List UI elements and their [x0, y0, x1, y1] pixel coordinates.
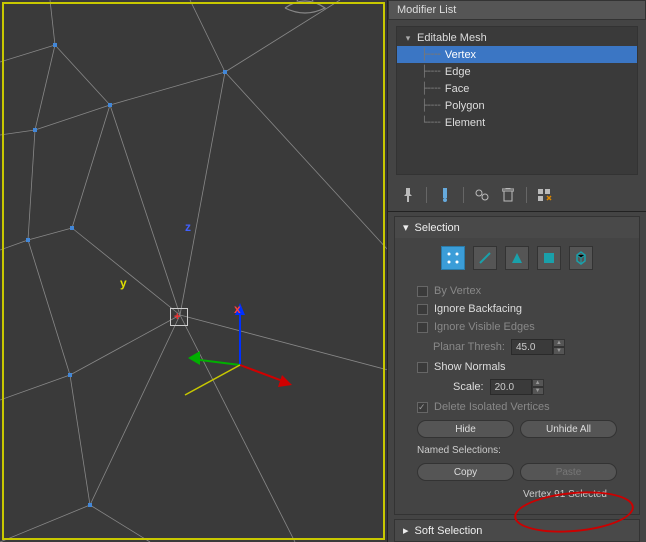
paste-button: Paste [520, 463, 617, 481]
expand-icon: ▸ [403, 524, 409, 537]
show-normals-row[interactable]: Show Normals [407, 358, 627, 376]
expand-icon[interactable]: ▾ [403, 33, 413, 44]
rollup-title: Selection [415, 222, 460, 234]
by-vertex-checkbox [417, 286, 428, 297]
selection-status: Vertex 91 Selected [407, 485, 627, 506]
selection-rollup: ▾ Selection By Vertex Ignore Backfacing [394, 216, 640, 515]
delete-isolated-checkbox[interactable] [417, 402, 428, 413]
make-unique-icon[interactable] [472, 185, 492, 205]
stack-toolbar [388, 179, 646, 212]
selection-rollup-header[interactable]: ▾ Selection [395, 217, 639, 238]
subobject-label: Vertex [445, 49, 476, 61]
vertex-dot[interactable] [33, 128, 37, 132]
viewport-3d[interactable]: z x y + [0, 0, 388, 542]
spinner-down-icon[interactable]: ▼ [532, 387, 544, 395]
unhide-all-button[interactable]: Unhide All [520, 420, 617, 438]
spinner-up-icon[interactable]: ▲ [532, 379, 544, 387]
soft-selection-header[interactable]: ▸ Soft Selection [395, 520, 639, 541]
subobject-edge[interactable]: ├╌╌ Edge [397, 63, 637, 80]
wireframe-mesh [0, 0, 388, 542]
named-selections-label: Named Selections: [407, 442, 627, 459]
subobject-element[interactable]: └╌╌ Element [397, 114, 637, 131]
vertex-dot[interactable] [53, 43, 57, 47]
vertex-dot[interactable] [108, 103, 112, 107]
vertex-dot[interactable] [68, 373, 72, 377]
delete-isolated-label: Delete Isolated Vertices [434, 401, 550, 413]
subobject-label: Edge [445, 66, 471, 78]
delete-isolated-row[interactable]: Delete Isolated Vertices [407, 398, 627, 416]
vertex-dot[interactable] [26, 238, 30, 242]
planar-thresh-input [511, 339, 553, 355]
show-normals-checkbox[interactable] [417, 362, 428, 373]
remove-modifier-icon[interactable] [498, 185, 518, 205]
spinner-down-icon: ▼ [553, 347, 565, 355]
planar-thresh-row: Planar Thresh: ▲ ▼ [407, 336, 627, 358]
subobject-label: Polygon [445, 100, 485, 112]
vertex-dot[interactable] [70, 226, 74, 230]
ignore-visible-edges-checkbox [417, 322, 428, 333]
modifier-list-label: Modifier List [397, 4, 456, 16]
select-edge-button[interactable] [473, 246, 497, 270]
expand-icon: ▾ [403, 221, 409, 234]
stack-root-label: Editable Mesh [417, 32, 487, 44]
axis-label-y: y [120, 276, 127, 290]
show-end-result-icon[interactable] [435, 185, 455, 205]
configure-sets-icon[interactable] [535, 185, 555, 205]
rollup-title: Soft Selection [415, 525, 483, 537]
modifier-stack[interactable]: ▾ Editable Mesh ├╌╌ Vertex ├╌╌ Edge ├╌╌ … [396, 26, 638, 175]
hide-button[interactable]: Hide [417, 420, 514, 438]
stack-root-editable-mesh[interactable]: ▾ Editable Mesh [397, 30, 637, 46]
command-panel: Modifier List ▾ Editable Mesh ├╌╌ Vertex… [388, 0, 646, 542]
ignore-backfacing-checkbox[interactable] [417, 304, 428, 315]
axis-label-z: z [185, 220, 191, 234]
scale-row: Scale: ▲ ▼ [407, 376, 627, 398]
vertex-dot[interactable] [223, 70, 227, 74]
ignore-backfacing-label: Ignore Backfacing [434, 303, 522, 315]
copy-button[interactable]: Copy [417, 463, 514, 481]
axis-label-x: x [234, 302, 241, 316]
selected-vertex-cross-icon: + [174, 311, 180, 323]
subobject-label: Element [445, 117, 485, 129]
by-vertex-checkbox-row: By Vertex [407, 282, 627, 300]
subobject-polygon[interactable]: ├╌╌ Polygon [397, 97, 637, 114]
transform-gizmo[interactable] [180, 290, 320, 423]
spinner-up-icon: ▲ [553, 339, 565, 347]
select-face-button[interactable] [505, 246, 529, 270]
soft-selection-rollup: ▸ Soft Selection [394, 519, 640, 542]
ignore-visible-edges-label: Ignore Visible Edges [434, 321, 535, 333]
viewport-compass-icon [275, 0, 335, 20]
select-vertex-button[interactable] [441, 246, 465, 270]
planar-thresh-label: Planar Thresh: [433, 341, 505, 353]
scale-input[interactable] [490, 379, 532, 395]
scale-label: Scale: [453, 381, 484, 393]
subobject-face[interactable]: ├╌╌ Face [397, 80, 637, 97]
vertex-dot[interactable] [88, 503, 92, 507]
subobject-label: Face [445, 83, 469, 95]
select-element-button[interactable] [569, 246, 593, 270]
modifier-list-dropdown[interactable]: Modifier List [388, 0, 646, 20]
select-polygon-button[interactable] [537, 246, 561, 270]
subobject-vertex[interactable]: ├╌╌ Vertex [397, 46, 637, 63]
ignore-visible-edges-row: Ignore Visible Edges [407, 318, 627, 336]
by-vertex-label: By Vertex [434, 285, 481, 297]
ignore-backfacing-row[interactable]: Ignore Backfacing [407, 300, 627, 318]
show-normals-label: Show Normals [434, 361, 506, 373]
pin-stack-icon[interactable] [398, 185, 418, 205]
